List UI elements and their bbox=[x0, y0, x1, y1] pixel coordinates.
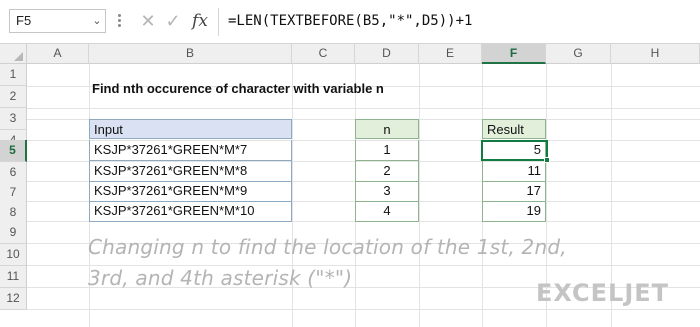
insert-function-icon[interactable]: fx bbox=[188, 9, 212, 33]
input-cell[interactable]: KSJP*37261*GREEN*M*10 bbox=[89, 201, 292, 222]
row-header-11[interactable]: 11 bbox=[0, 266, 27, 288]
column-header-a[interactable]: A bbox=[27, 44, 89, 64]
result-cell[interactable]: 17 bbox=[482, 181, 546, 202]
caption-line: Changing n to find the location of the 1… bbox=[88, 235, 567, 259]
column-header-h[interactable]: H bbox=[611, 44, 700, 64]
input-header-cell[interactable]: Input bbox=[89, 119, 292, 139]
n-cell[interactable]: 2 bbox=[355, 161, 419, 182]
input-cell[interactable]: KSJP*37261*GREEN*M*9 bbox=[89, 181, 292, 202]
caption-annotation: Changing n to find the location of the 1… bbox=[88, 232, 608, 294]
column-header-c[interactable]: C bbox=[292, 44, 355, 64]
sheet-title[interactable]: Find nth occurence of character with var… bbox=[92, 79, 384, 99]
row-header-6[interactable]: 6 bbox=[0, 162, 27, 184]
formula-input[interactable]: =LEN(TEXTBEFORE(B5,"*",D5))+1 bbox=[228, 9, 472, 33]
active-cell-border[interactable] bbox=[481, 140, 548, 161]
row-header-9[interactable]: 9 bbox=[0, 222, 27, 244]
row-header-12[interactable]: 12 bbox=[0, 288, 27, 310]
caption-line: 3rd, and 4th asterisk ("*") bbox=[88, 266, 353, 290]
chevron-down-icon[interactable]: ⌄ bbox=[91, 12, 103, 30]
gridline bbox=[27, 108, 700, 109]
gridline bbox=[27, 309, 700, 310]
input-cell[interactable]: KSJP*37261*GREEN*M*8 bbox=[89, 161, 292, 182]
n-cell[interactable]: 1 bbox=[355, 140, 419, 161]
column-header-f[interactable]: F bbox=[482, 44, 546, 64]
row-header-10[interactable]: 10 bbox=[0, 244, 27, 266]
input-cell[interactable]: KSJP*37261*GREEN*M*7 bbox=[89, 140, 292, 161]
n-cell[interactable]: 4 bbox=[355, 201, 419, 222]
fill-handle[interactable] bbox=[544, 157, 550, 163]
row-header-7[interactable]: 7 bbox=[0, 182, 27, 204]
row-header-8[interactable]: 8 bbox=[0, 202, 27, 224]
row-header-5[interactable]: 5 bbox=[0, 140, 27, 162]
result-header-cell[interactable]: Result bbox=[482, 119, 546, 139]
enter-icon[interactable]: ✓ bbox=[163, 10, 183, 32]
drag-handle-icon[interactable] bbox=[118, 14, 122, 28]
column-header-g[interactable]: G bbox=[546, 44, 611, 64]
column-header-e[interactable]: E bbox=[419, 44, 482, 64]
column-header-b[interactable]: B bbox=[89, 44, 292, 64]
select-all-icon bbox=[14, 52, 23, 61]
cancel-icon[interactable]: ✕ bbox=[138, 10, 158, 32]
row-header-3[interactable]: 3 bbox=[0, 108, 27, 130]
row-header-1[interactable]: 1 bbox=[0, 64, 27, 86]
exceljet-logo: EXCELJET bbox=[536, 279, 670, 307]
n-cell[interactable]: 3 bbox=[355, 181, 419, 202]
result-cell[interactable]: 11 bbox=[482, 161, 546, 182]
result-cell[interactable]: 19 bbox=[482, 201, 546, 222]
row-header-2[interactable]: 2 bbox=[0, 86, 27, 108]
formula-bar-divider bbox=[218, 8, 219, 36]
n-header-cell[interactable]: n bbox=[355, 119, 419, 139]
column-header-d[interactable]: D bbox=[355, 44, 419, 64]
